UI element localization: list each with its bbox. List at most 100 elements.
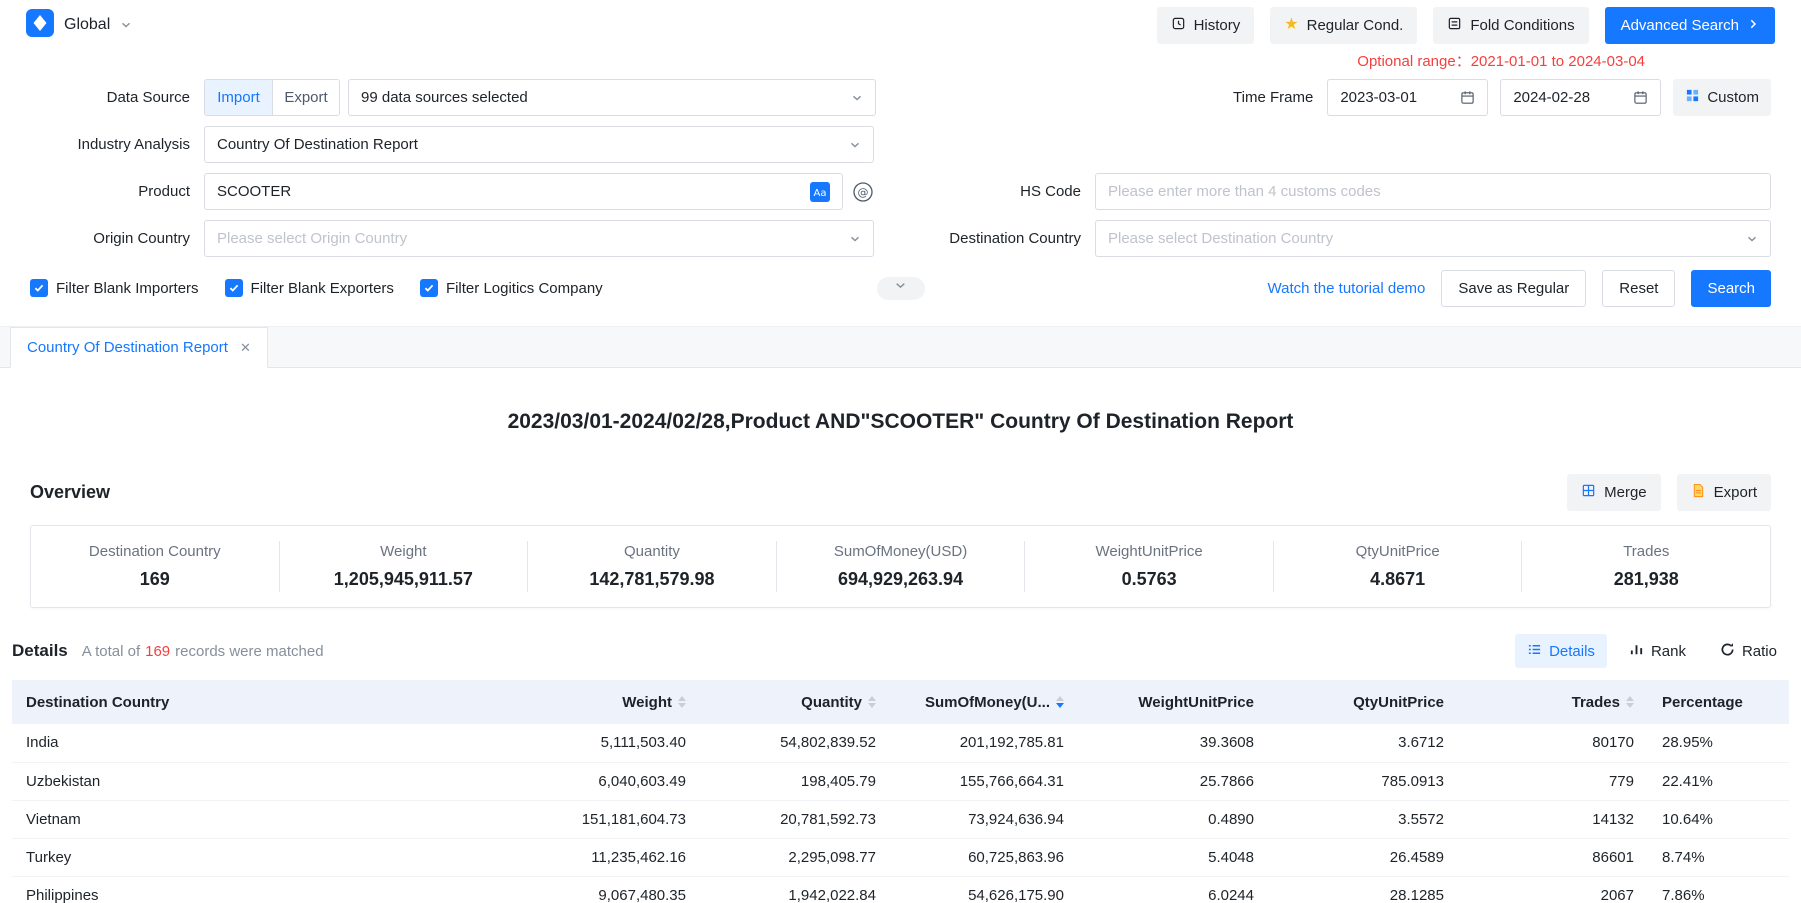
time-frame-label: Time Frame	[1143, 89, 1313, 106]
optional-range-text: Optional range：2021-01-01 to 2024-03-04	[0, 50, 1801, 74]
details-heading: Details	[12, 641, 68, 661]
regular-cond-button[interactable]: ★ Regular Cond.	[1270, 7, 1417, 44]
close-icon[interactable]: ✕	[240, 341, 251, 354]
cell-weight: 6,040,603.49	[512, 762, 700, 800]
report-title: 2023/03/01-2024/02/28,Product AND"SCOOTE…	[0, 410, 1801, 434]
cell-percentage: 22.41%	[1648, 762, 1789, 800]
sort-icon[interactable]	[868, 696, 876, 708]
cell-trades: 86601	[1458, 838, 1648, 876]
cell-weight-unit-price: 5.4048	[1078, 838, 1268, 876]
cell-weight: 9,067,480.35	[512, 876, 700, 903]
cell-percentage: 10.64%	[1648, 800, 1789, 838]
cell-sum-of-money: 54,626,175.90	[890, 876, 1078, 903]
cell-qty-unit-price: 3.5572	[1268, 800, 1458, 838]
stat-weight-unit-price: WeightUnitPrice 0.5763	[1025, 541, 1274, 592]
start-date-input[interactable]: 2023-03-01	[1327, 79, 1488, 116]
cell-qty-unit-price: 785.0913	[1268, 762, 1458, 800]
at-circle-icon[interactable]: @	[852, 181, 874, 203]
topbar: Global History ★ Regular Cond. Fold Cond…	[0, 0, 1801, 50]
sort-icon[interactable]	[1626, 696, 1634, 708]
cell-percentage: 8.74%	[1648, 838, 1789, 876]
cell-trades: 779	[1458, 762, 1648, 800]
destination-country-select[interactable]: Please select Destination Country	[1095, 220, 1771, 257]
table-header-row: Destination Country Weight Quantity SumO…	[12, 680, 1789, 724]
stat-destination-country: Destination Country 169	[31, 541, 280, 592]
chevron-right-icon	[1747, 17, 1759, 34]
translate-icon[interactable]: Aa	[810, 182, 830, 202]
collapse-form-button[interactable]	[877, 277, 925, 300]
toggle-export[interactable]: Export	[272, 80, 339, 115]
table-row: Vietnam 151,181,604.73 20,781,592.73 73,…	[12, 800, 1789, 838]
product-label: Product	[30, 183, 190, 200]
fold-conditions-button[interactable]: Fold Conditions	[1433, 7, 1588, 44]
view-ratio-button[interactable]: Ratio	[1708, 634, 1789, 668]
tab-country-of-destination-report[interactable]: Country Of Destination Report ✕	[10, 327, 268, 368]
product-input[interactable]	[217, 183, 802, 200]
cell-percentage: 28.95%	[1648, 724, 1789, 762]
destination-country-label: Destination Country	[911, 230, 1081, 247]
checkbox-checked-icon	[30, 279, 48, 297]
form-row-1: Data Source Import Export 99 data source…	[0, 74, 1801, 121]
industry-analysis-select[interactable]: Country Of Destination Report	[204, 126, 874, 163]
table-row: Turkey 11,235,462.16 2,295,098.77 60,725…	[12, 838, 1789, 876]
origin-country-select[interactable]: Please select Origin Country	[204, 220, 874, 257]
cell-quantity: 1,942,022.84	[700, 876, 890, 903]
overview-section-header: Overview Merge Export	[0, 474, 1801, 511]
data-source-select[interactable]: 99 data sources selected	[348, 79, 876, 116]
cell-sum-of-money: 60,725,863.96	[890, 838, 1078, 876]
cell-quantity: 20,781,592.73	[700, 800, 890, 838]
report-tab-bar: Country Of Destination Report ✕	[0, 326, 1801, 368]
cell-weight-unit-price: 25.7866	[1078, 762, 1268, 800]
column-header-weight[interactable]: Weight	[512, 680, 700, 724]
history-button[interactable]: History	[1157, 7, 1255, 44]
chevron-down-icon	[849, 233, 861, 245]
custom-grid-icon	[1685, 88, 1700, 107]
toggle-import[interactable]: Import	[205, 80, 272, 115]
stat-weight: Weight 1,205,945,911.57	[280, 541, 529, 592]
column-header-quantity[interactable]: Quantity	[700, 680, 890, 724]
export-button[interactable]: Export	[1677, 474, 1771, 511]
export-file-icon	[1691, 483, 1706, 502]
stat-trades: Trades 281,938	[1522, 541, 1770, 592]
chevron-down-icon	[1746, 233, 1758, 245]
svg-text:@: @	[858, 186, 869, 199]
industry-analysis-label: Industry Analysis	[30, 136, 190, 153]
calendar-icon	[1460, 90, 1475, 105]
stat-qty-unit-price: QtyUnitPrice 4.8671	[1274, 541, 1523, 592]
stat-quantity: Quantity 142,781,579.98	[528, 541, 777, 592]
product-input-wrap: Aa	[204, 173, 843, 210]
filter-blank-importers-checkbox[interactable]: Filter Blank Importers	[30, 279, 199, 297]
cell-country: Philippines	[12, 876, 512, 903]
details-list-icon	[1527, 642, 1542, 661]
tutorial-link[interactable]: Watch the tutorial demo	[1268, 280, 1426, 297]
save-as-regular-button[interactable]: Save as Regular	[1441, 270, 1586, 307]
sort-icon[interactable]	[678, 696, 686, 708]
end-date-input[interactable]: 2024-02-28	[1500, 79, 1661, 116]
search-button[interactable]: Search	[1691, 270, 1771, 307]
cell-quantity: 54,802,839.52	[700, 724, 890, 762]
reset-button[interactable]: Reset	[1602, 270, 1675, 307]
hs-code-input-wrap	[1095, 173, 1771, 210]
table-row: Philippines 9,067,480.35 1,942,022.84 54…	[12, 876, 1789, 903]
table-row: India 5,111,503.40 54,802,839.52 201,192…	[12, 724, 1789, 762]
cell-weight-unit-price: 0.4890	[1078, 800, 1268, 838]
view-rank-button[interactable]: Rank	[1617, 634, 1698, 668]
column-header-trades[interactable]: Trades	[1458, 680, 1648, 724]
overview-heading: Overview	[30, 482, 110, 503]
form-row-2: Industry Analysis Country Of Destination…	[0, 121, 1801, 168]
filter-logistics-company-checkbox[interactable]: Filter Logitics Company	[420, 279, 603, 297]
workspace-selector[interactable]: Global	[26, 9, 132, 42]
custom-range-button[interactable]: Custom	[1673, 79, 1771, 116]
data-source-label: Data Source	[30, 89, 190, 106]
table-row: Uzbekistan 6,040,603.49 198,405.79 155,7…	[12, 762, 1789, 800]
view-details-button[interactable]: Details	[1515, 634, 1607, 668]
cell-trades: 2067	[1458, 876, 1648, 903]
app-logo-icon	[26, 9, 54, 42]
merge-button[interactable]: Merge	[1567, 474, 1661, 511]
hs-code-input[interactable]	[1108, 183, 1758, 200]
filter-blank-exporters-checkbox[interactable]: Filter Blank Exporters	[225, 279, 394, 297]
column-header-sum-of-money[interactable]: SumOfMoney(U...	[890, 680, 1078, 724]
cell-weight-unit-price: 6.0244	[1078, 876, 1268, 903]
sort-icon-desc-active[interactable]	[1056, 696, 1064, 708]
advanced-search-button[interactable]: Advanced Search	[1605, 7, 1775, 44]
